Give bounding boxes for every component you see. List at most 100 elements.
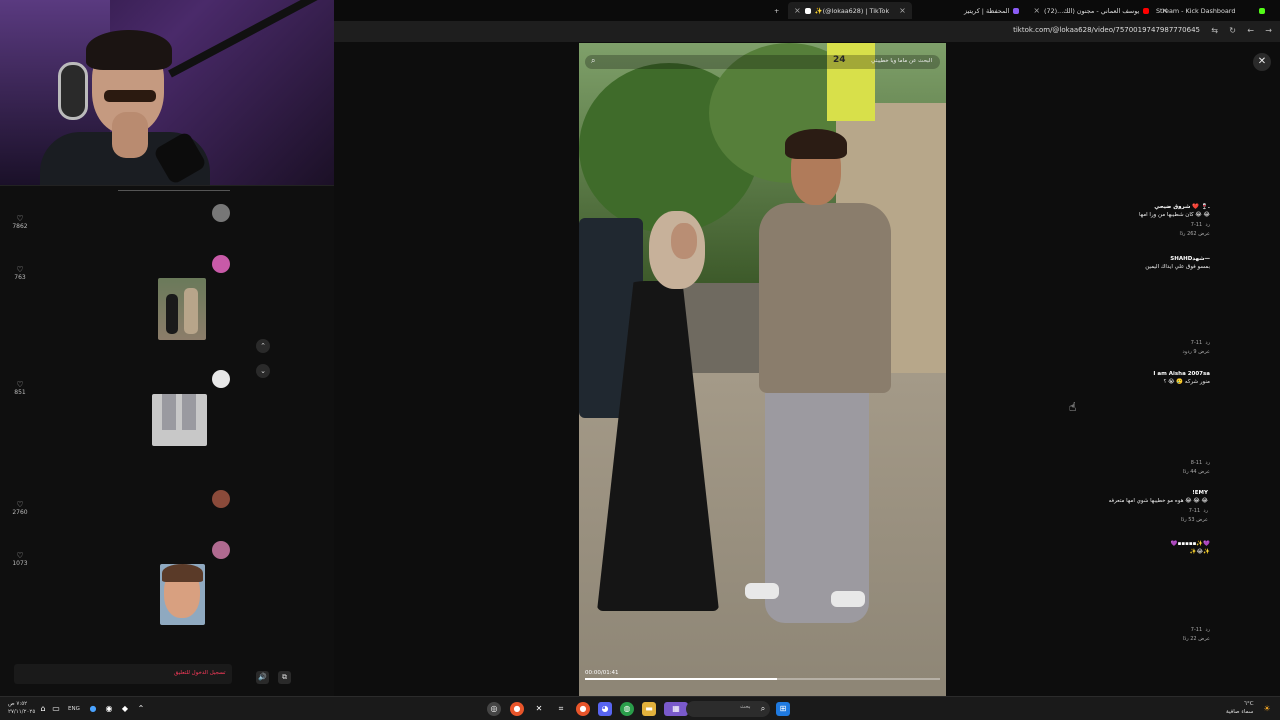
comment-author[interactable]: 💜▪▪▪▪▪✨💜: [1010, 541, 1210, 547]
reply-link[interactable]: رد: [1205, 627, 1210, 633]
tab-kick[interactable]: Stream - Kick Dashboard ⌄: [1156, 2, 1280, 19]
comment-footer: رد 11-8 عرض 44 ردًا: [1010, 460, 1210, 475]
chrome-icon[interactable]: ◍: [620, 702, 634, 716]
reply-link[interactable]: رد: [1205, 340, 1210, 346]
comment-likes[interactable]: ♡ 1073: [8, 551, 32, 567]
video-progress-bar[interactable]: [585, 678, 940, 680]
heart-icon[interactable]: ♡: [8, 214, 32, 223]
scroll-down-button[interactable]: ⌄: [256, 364, 270, 378]
view-replies-link[interactable]: عرض 22 ردًا: [1010, 636, 1210, 642]
tab-close-icon[interactable]: ×: [1033, 6, 1040, 15]
comment-item: 💜▪▪▪▪▪✨💜 ✨😂✨: [1010, 541, 1210, 555]
like-count: 851: [14, 389, 26, 396]
comment-meta: رد 11-7: [1010, 340, 1210, 346]
heart-icon[interactable]: ♡: [8, 500, 32, 509]
obs-icon[interactable]: ◎: [487, 702, 501, 716]
capcut-icon[interactable]: ⌗: [554, 702, 568, 716]
new-tab-button[interactable]: +: [774, 2, 779, 19]
display-icon[interactable]: ▭: [49, 702, 63, 716]
taskbar-search-placeholder[interactable]: بحث: [740, 704, 750, 710]
translate-icon[interactable]: ⇆: [1211, 26, 1218, 35]
avatar[interactable]: [212, 204, 230, 222]
search-icon[interactable]: ⌕: [591, 56, 595, 66]
tab-label: Stream - Kick Dashboard: [1156, 6, 1236, 15]
comment-likes[interactable]: ♡ 851: [8, 380, 32, 396]
woman-face: [671, 223, 697, 259]
tab-close-icon[interactable]: ×: [794, 6, 801, 15]
comment-image[interactable]: [152, 394, 207, 446]
man-shirt: [759, 203, 891, 393]
video-search-text[interactable]: البحث عن ماما ويا خطيبتي: [871, 58, 932, 64]
tab-label: ✨(@lokaa628) | TikTok: [814, 6, 890, 15]
file-explorer-icon[interactable]: ▬: [642, 702, 656, 716]
tab-close-icon[interactable]: ×: [899, 6, 906, 15]
picture-in-picture-icon[interactable]: ⧉: [278, 671, 291, 684]
comment-author[interactable]: SHAHDشهد—: [1010, 256, 1210, 262]
tray-icon[interactable]: ◉: [102, 702, 116, 716]
comment-likes[interactable]: ♡ 763: [8, 265, 32, 281]
comment-likes[interactable]: ♡ 2760: [8, 500, 32, 516]
tab-tiktok[interactable]: × ✨(@lokaa628) | TikTok ×: [788, 2, 912, 19]
weather-text[interactable]: سماء صافية: [1226, 709, 1253, 715]
avatar[interactable]: [212, 255, 230, 273]
view-replies-link[interactable]: عرض 44 ردًا: [1010, 469, 1210, 475]
windows-taskbar: ٧:٥٢ ص ٢٧/١١/٢٠٢٥ ⌂ ▭ ENG ● ◉ ◆ ⌃ ◎ ● ✕ …: [0, 696, 1280, 720]
comment-date: 11-7: [1188, 508, 1201, 514]
video-player[interactable]: 24 ⌕ البحث عن ماما ويا خطيبتي 00:00/01:4…: [579, 43, 946, 696]
like-count: 7862: [12, 223, 28, 230]
kick-favicon-icon: [1259, 7, 1266, 14]
comment-likes[interactable]: ♡ 7862: [8, 214, 32, 230]
discord-icon[interactable]: ◕: [598, 702, 612, 716]
comment-footer: رد 11-7 عرض 22 ردًا: [1010, 627, 1210, 642]
comment-image[interactable]: [158, 278, 206, 340]
tab-youtube[interactable]: يوسف العماني - مجنون (الك...(72) ×: [1044, 2, 1168, 19]
temperature-text[interactable]: ٦°C: [1244, 701, 1254, 707]
firefox-icon[interactable]: ●: [576, 702, 590, 716]
heart-icon[interactable]: ♡: [8, 551, 32, 560]
tab-kreatiz[interactable]: المحفظة | كريتيز ×: [964, 2, 1040, 19]
app-icon[interactable]: ●: [510, 702, 524, 716]
view-replies-link[interactable]: عرض 9 ردود: [1010, 349, 1210, 355]
reload-icon[interactable]: ↻: [1229, 26, 1236, 35]
reply-link[interactable]: رد: [1205, 460, 1210, 466]
language-indicator[interactable]: ENG: [68, 706, 80, 712]
heart-icon[interactable]: ♡: [8, 265, 32, 274]
browser-tab-bar: + × ✨(@lokaa628) | TikTok × المحفظة | كر…: [334, 0, 1280, 21]
notification-icon[interactable]: ⌂: [36, 702, 50, 716]
taskview-icon[interactable]: ▦: [664, 702, 688, 716]
comment-footer: رد 11-7 عرض 9 ردود: [1010, 340, 1210, 355]
close-icon[interactable]: ✕: [1253, 53, 1271, 71]
scroll-up-button[interactable]: ⌃: [256, 339, 270, 353]
taskbar-time[interactable]: ٧:٥٢ ص: [8, 701, 27, 707]
comment-author[interactable]: شروق ضيحي ❤️ 🍷.: [1010, 204, 1210, 210]
windows-start-icon[interactable]: ⊞: [776, 702, 790, 716]
taskbar-date[interactable]: ٢٧/١١/٢٠٢٥: [8, 709, 35, 715]
comment-author[interactable]: !EMY: [1008, 490, 1208, 496]
chevron-up-icon[interactable]: ⌃: [134, 702, 148, 716]
tray-icon[interactable]: ◆: [118, 702, 132, 716]
search-icon[interactable]: ⌕: [756, 702, 770, 716]
avatar[interactable]: [212, 490, 230, 508]
reply-link[interactable]: رد: [1203, 508, 1208, 514]
cursor-hand-icon: ☝: [1069, 400, 1077, 414]
view-replies-link[interactable]: عرض 53 ردًا: [1008, 517, 1208, 523]
url-text[interactable]: tiktok.com/@lokaa628/video/7570019747987…: [1013, 26, 1200, 34]
reply-link[interactable]: رد: [1205, 222, 1210, 228]
heart-icon[interactable]: ♡: [8, 380, 32, 389]
comment-author[interactable]: I am Aisha 2007sa: [1010, 371, 1210, 377]
sun-icon[interactable]: ☀: [1260, 702, 1274, 716]
address-bar[interactable]: tiktok.com/@lokaa628/video/7570019747987…: [334, 21, 1280, 42]
comment-item: !EMY هوه مو خطيبها شوي امها متعرفه 😂 😂 😂…: [1008, 490, 1208, 523]
login-to-comment-link[interactable]: تسجيل الدخول للتعليق: [174, 670, 226, 676]
tab-label: المحفظة | كريتيز: [964, 6, 1010, 15]
avatar[interactable]: [212, 541, 230, 559]
back-icon[interactable]: ←: [1247, 26, 1254, 35]
avatar[interactable]: [212, 370, 230, 388]
view-replies-link[interactable]: عرض 262 ردًا: [1010, 231, 1210, 237]
volume-icon[interactable]: 🔊: [256, 671, 269, 684]
forward-icon[interactable]: →: [1265, 26, 1272, 35]
mic-icon[interactable]: ●: [86, 702, 100, 716]
comment-image[interactable]: [160, 564, 205, 625]
x-app-icon[interactable]: ✕: [532, 702, 546, 716]
comment-text: ✨😂✨: [1189, 549, 1210, 555]
